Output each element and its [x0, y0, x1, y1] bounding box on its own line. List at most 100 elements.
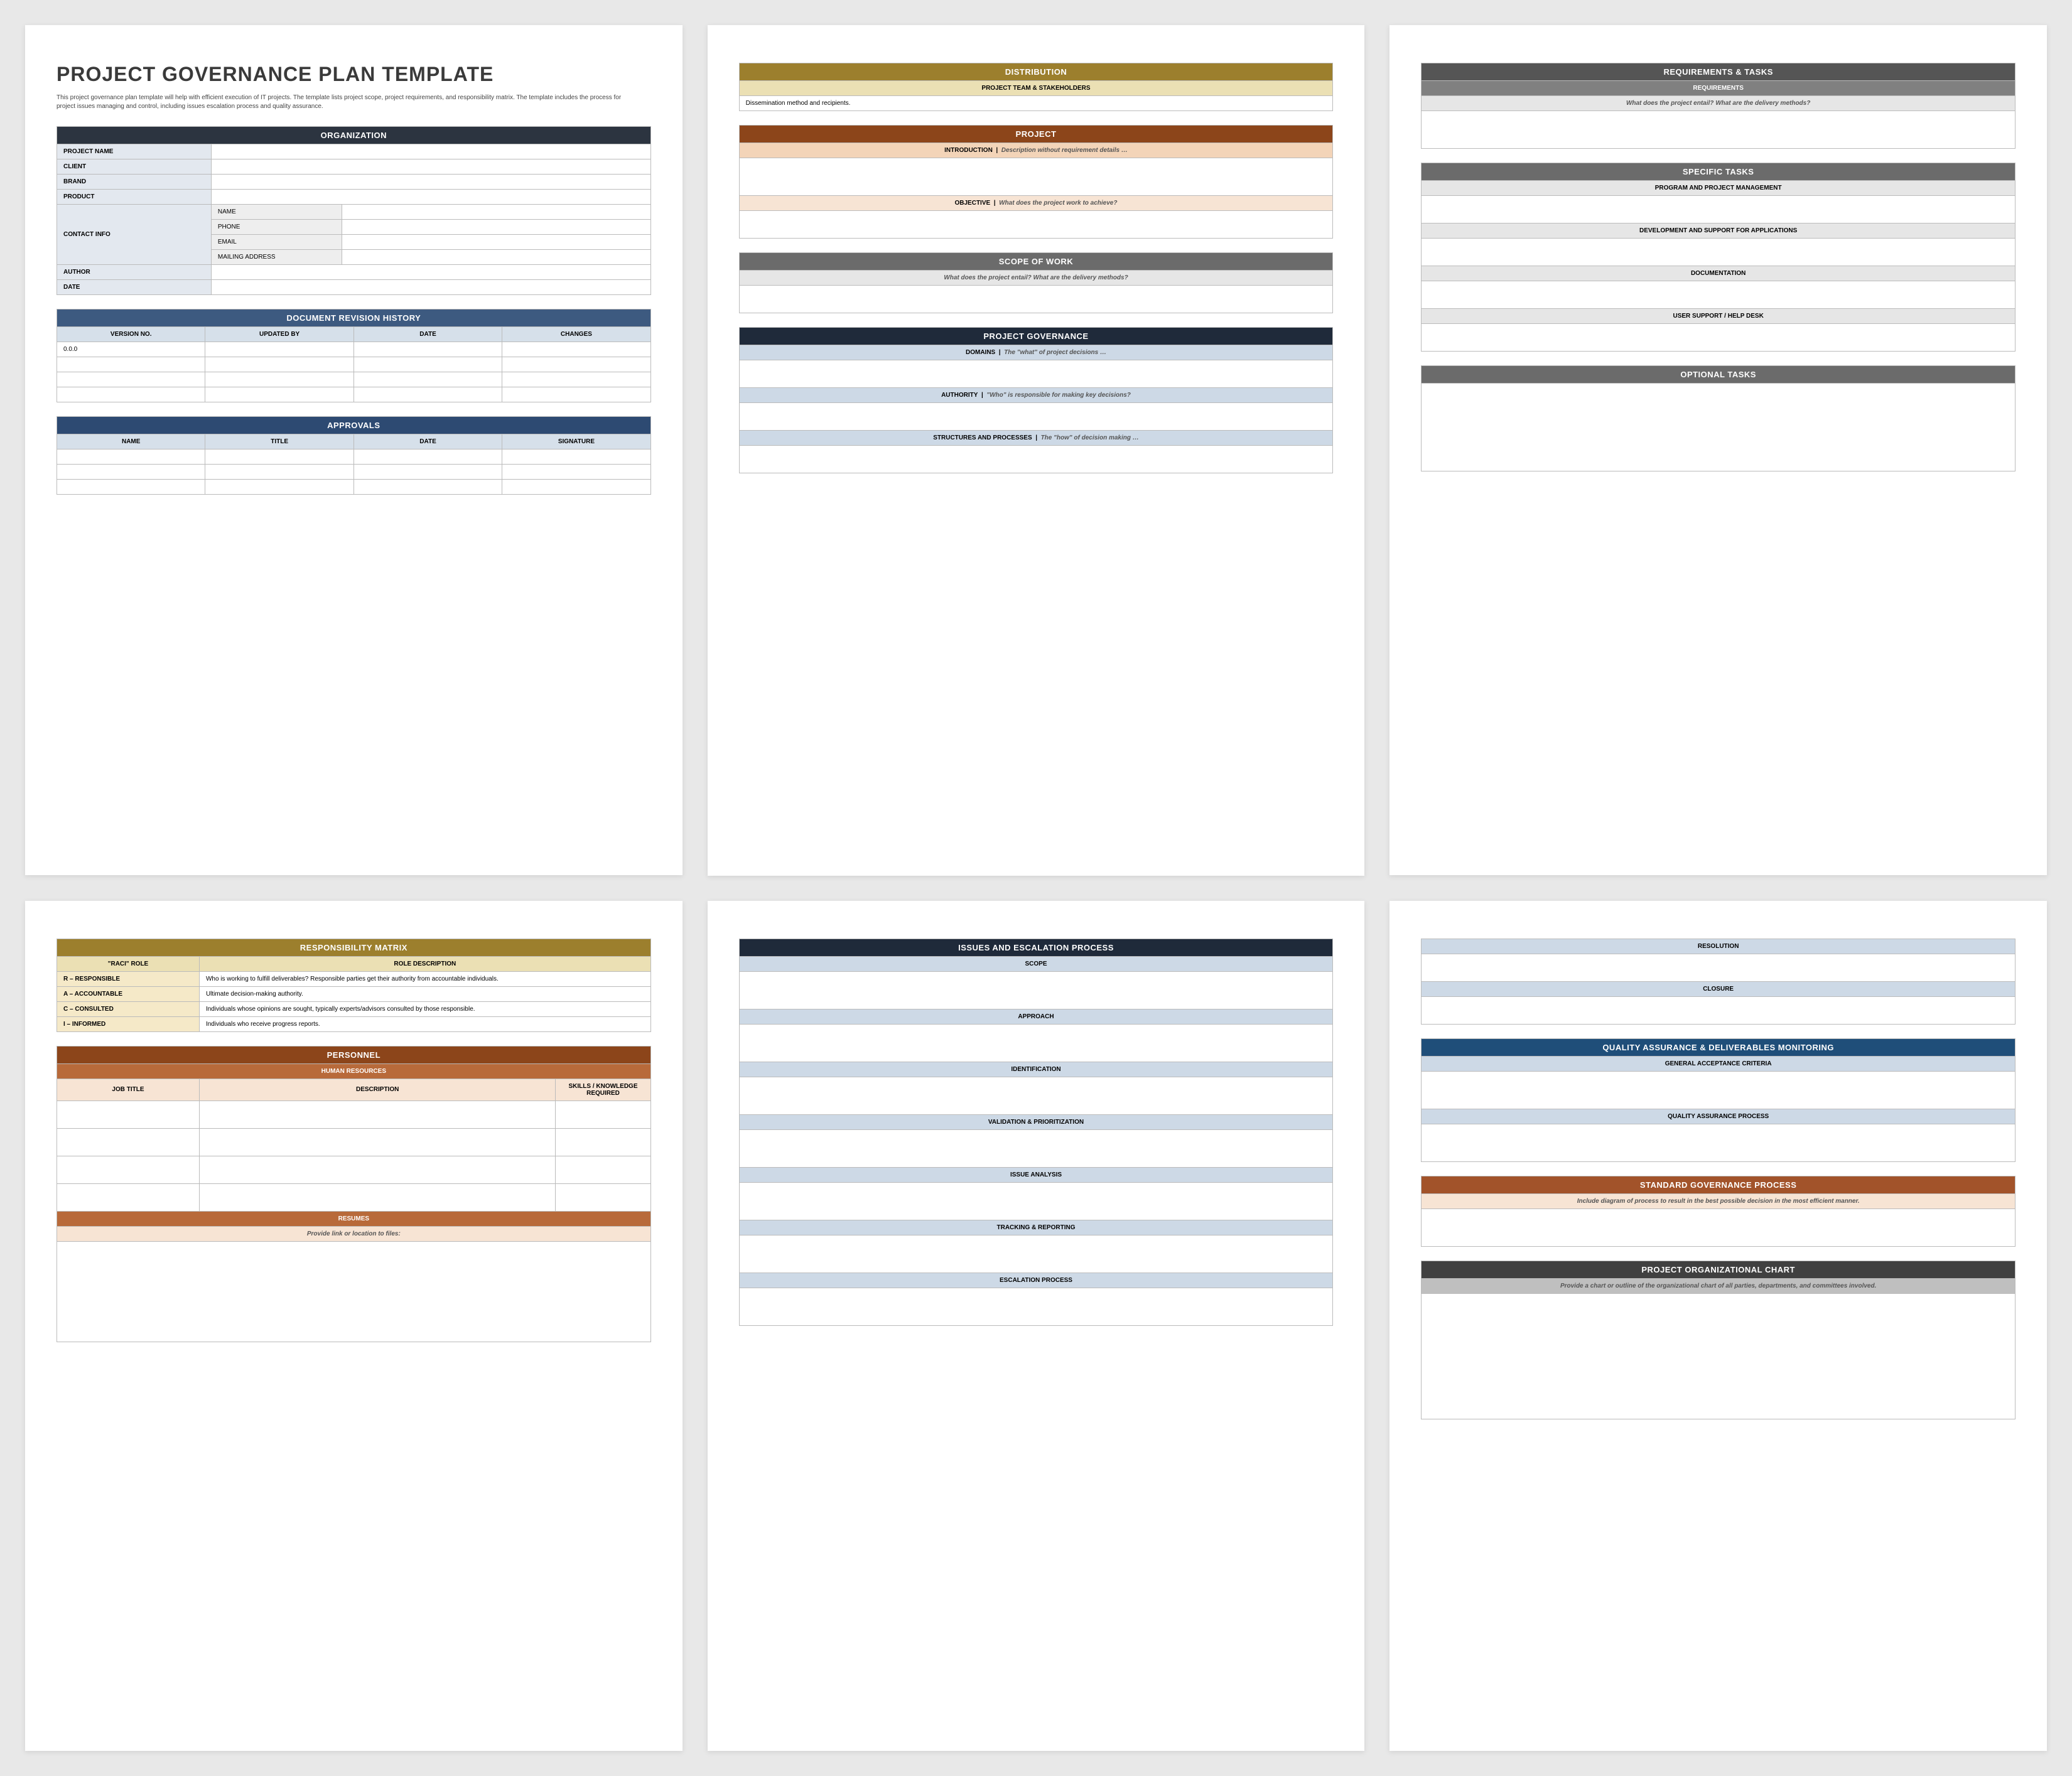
personnel-table: PERSONNEL HUMAN RESOURCES JOB TITLE DESC… — [57, 1046, 651, 1342]
r1: RESOLUTION — [1422, 939, 2015, 954]
val-client[interactable] — [211, 159, 650, 175]
scope-header: SCOPE OF WORK — [739, 253, 1333, 271]
s2: APPROACH — [739, 1009, 1333, 1024]
issues-table: ISSUES AND ESCALATION PROCESS SCOPE APPR… — [739, 939, 1334, 1326]
rev-v0[interactable]: 0.0.0 — [57, 342, 205, 357]
req-header: REQUIREMENTS & TASKS — [1422, 63, 2015, 81]
tasks-header: SPECIFIC TASKS — [1422, 163, 2015, 181]
raci-i: I – INFORMED — [57, 1016, 200, 1031]
lbl-project-name: PROJECT NAME — [57, 144, 212, 159]
team-hint[interactable]: Dissemination method and recipients. — [739, 96, 1333, 111]
dist-header: DISTRIBUTION — [739, 63, 1333, 81]
revision-table: DOCUMENT REVISION HISTORY VERSION NO. UP… — [57, 309, 651, 402]
opt-header: OPTIONAL TASKS — [1422, 366, 2015, 384]
s5: ISSUE ANALYSIS — [739, 1167, 1333, 1182]
domains-sub: DOMAINS | The "what" of project decision… — [739, 345, 1333, 360]
val-brand[interactable] — [211, 175, 650, 190]
col-sk: SKILLS / KNOWLEDGE REQUIRED — [556, 1079, 650, 1101]
s4: VALIDATION & PRIORITIZATION — [739, 1114, 1333, 1129]
proj-header: PROJECT — [739, 126, 1333, 143]
qa2: QUALITY ASSURANCE PROCESS — [1422, 1109, 2015, 1124]
qa1: GENERAL ACCEPTANCE CRITERIA — [1422, 1056, 2015, 1071]
val-product[interactable] — [211, 190, 650, 205]
req-sub: REQUIREMENTS — [1422, 81, 2015, 96]
raci-r-desc: Who is working to fulfill deliverables? … — [199, 971, 650, 986]
org-header: ORGANIZATION — [57, 127, 651, 144]
doc-intro: This project governance plan template wi… — [57, 94, 621, 111]
res-hint: Provide link or location to files: — [57, 1226, 651, 1241]
auth-cell[interactable] — [739, 403, 1333, 431]
raci-c: C – CONSULTED — [57, 1001, 200, 1016]
t3: DOCUMENTATION — [1422, 266, 2015, 281]
hr-sub: HUMAN RESOURCES — [57, 1063, 651, 1079]
val-date[interactable] — [211, 280, 650, 295]
raci-i-desc: Individuals who receive progress reports… — [199, 1016, 650, 1031]
org-chart-table: PROJECT ORGANIZATIONAL CHART Provide a c… — [1421, 1261, 2015, 1419]
page-2: DISTRIBUTION PROJECT TEAM & STAKEHOLDERS… — [708, 25, 1365, 876]
lbl-contact-email: EMAIL — [211, 235, 342, 250]
intro-sub: INTRODUCTION | Description without requi… — [739, 143, 1333, 158]
struct-sub: STRUCTURES AND PROCESSES | The "how" of … — [739, 431, 1333, 446]
scope-table: SCOPE OF WORK What does the project enta… — [739, 252, 1334, 313]
val-contact-mail[interactable] — [342, 250, 650, 265]
lbl-contact-name: NAME — [211, 205, 342, 220]
struct-cell[interactable] — [739, 446, 1333, 473]
page-5: ISSUES AND ESCALATION PROCESS SCOPE APPR… — [708, 901, 1365, 1752]
page-4: RESPONSIBILITY MATRIX "RACI" ROLE ROLE D… — [25, 901, 683, 1751]
resp-header: RESPONSIBILITY MATRIX — [57, 939, 651, 956]
qa-header: QUALITY ASSURANCE & DELIVERABLES MONITOR… — [1422, 1038, 2015, 1056]
lbl-brand: BRAND — [57, 175, 212, 190]
obj-cell[interactable] — [739, 211, 1333, 239]
val-contact-email[interactable] — [342, 235, 650, 250]
col-roledesc: ROLE DESCRIPTION — [199, 956, 650, 971]
col-changes: CHANGES — [502, 327, 650, 342]
lbl-product: PRODUCT — [57, 190, 212, 205]
optional-tasks-table: OPTIONAL TASKS — [1421, 365, 2015, 471]
domains-cell[interactable] — [739, 360, 1333, 388]
col-date: DATE — [353, 327, 502, 342]
scope-cell[interactable] — [739, 286, 1333, 313]
raci-a: A – ACCOUNTABLE — [57, 986, 200, 1001]
col-appr-name: NAME — [57, 434, 205, 449]
page-6: RESOLUTION CLOSURE QUALITY ASSURANCE & D… — [1389, 901, 2047, 1751]
opt-cell[interactable] — [1422, 384, 2015, 471]
lbl-author: AUTHOR — [57, 265, 212, 280]
val-contact-phone[interactable] — [342, 220, 650, 235]
lbl-client: CLIENT — [57, 159, 212, 175]
project-table: PROJECT INTRODUCTION | Description witho… — [739, 125, 1334, 239]
col-updated: UPDATED BY — [205, 327, 353, 342]
t4: USER SUPPORT / HELP DESK — [1422, 309, 2015, 324]
orgchart-header: PROJECT ORGANIZATIONAL CHART — [1422, 1261, 2015, 1278]
scope-hint: What does the project entail? What are t… — [739, 271, 1333, 286]
pers-header: PERSONNEL — [57, 1046, 651, 1063]
auth-sub: AUTHORITY | "Who" is responsible for mak… — [739, 388, 1333, 403]
distribution-table: DISTRIBUTION PROJECT TEAM & STAKEHOLDERS… — [739, 63, 1334, 111]
raci-c-desc: Individuals whose opinions are sought, t… — [199, 1001, 650, 1016]
team-sub: PROJECT TEAM & STAKEHOLDERS — [739, 81, 1333, 96]
organization-table: ORGANIZATION PROJECT NAME CLIENT BRAND P… — [57, 126, 651, 295]
val-contact-name[interactable] — [342, 205, 650, 220]
col-appr-date: DATE — [353, 434, 502, 449]
lbl-contact-mail: MAILING ADDRESS — [211, 250, 342, 265]
t1: PROGRAM AND PROJECT MANAGEMENT — [1422, 181, 2015, 196]
t2: DEVELOPMENT AND SUPPORT FOR APPLICATIONS — [1422, 223, 2015, 239]
gov-header: PROJECT GOVERNANCE — [739, 328, 1333, 345]
res-cell[interactable] — [57, 1241, 651, 1342]
std-hint: Include diagram of process to result in … — [1422, 1193, 2015, 1208]
col-jt: JOB TITLE — [57, 1079, 200, 1101]
s3: IDENTIFICATION — [739, 1062, 1333, 1077]
req-hint: What does the project entail? What are t… — [1422, 96, 2015, 111]
val-project-name[interactable] — [211, 144, 650, 159]
req-cell[interactable] — [1422, 111, 2015, 149]
intro-cell[interactable] — [739, 158, 1333, 196]
val-author[interactable] — [211, 265, 650, 280]
governance-table: PROJECT GOVERNANCE DOMAINS | The "what" … — [739, 327, 1334, 473]
r2: CLOSURE — [1422, 981, 2015, 996]
col-appr-title: TITLE — [205, 434, 353, 449]
lbl-contact-phone: PHONE — [211, 220, 342, 235]
s6: TRACKING & REPORTING — [739, 1220, 1333, 1235]
page-3: REQUIREMENTS & TASKS REQUIREMENTS What d… — [1389, 25, 2047, 875]
doc-title: PROJECT GOVERNANCE PLAN TEMPLATE — [57, 63, 651, 86]
raci-table: RESPONSIBILITY MATRIX "RACI" ROLE ROLE D… — [57, 939, 651, 1032]
resolution-table: RESOLUTION CLOSURE — [1421, 939, 2015, 1025]
